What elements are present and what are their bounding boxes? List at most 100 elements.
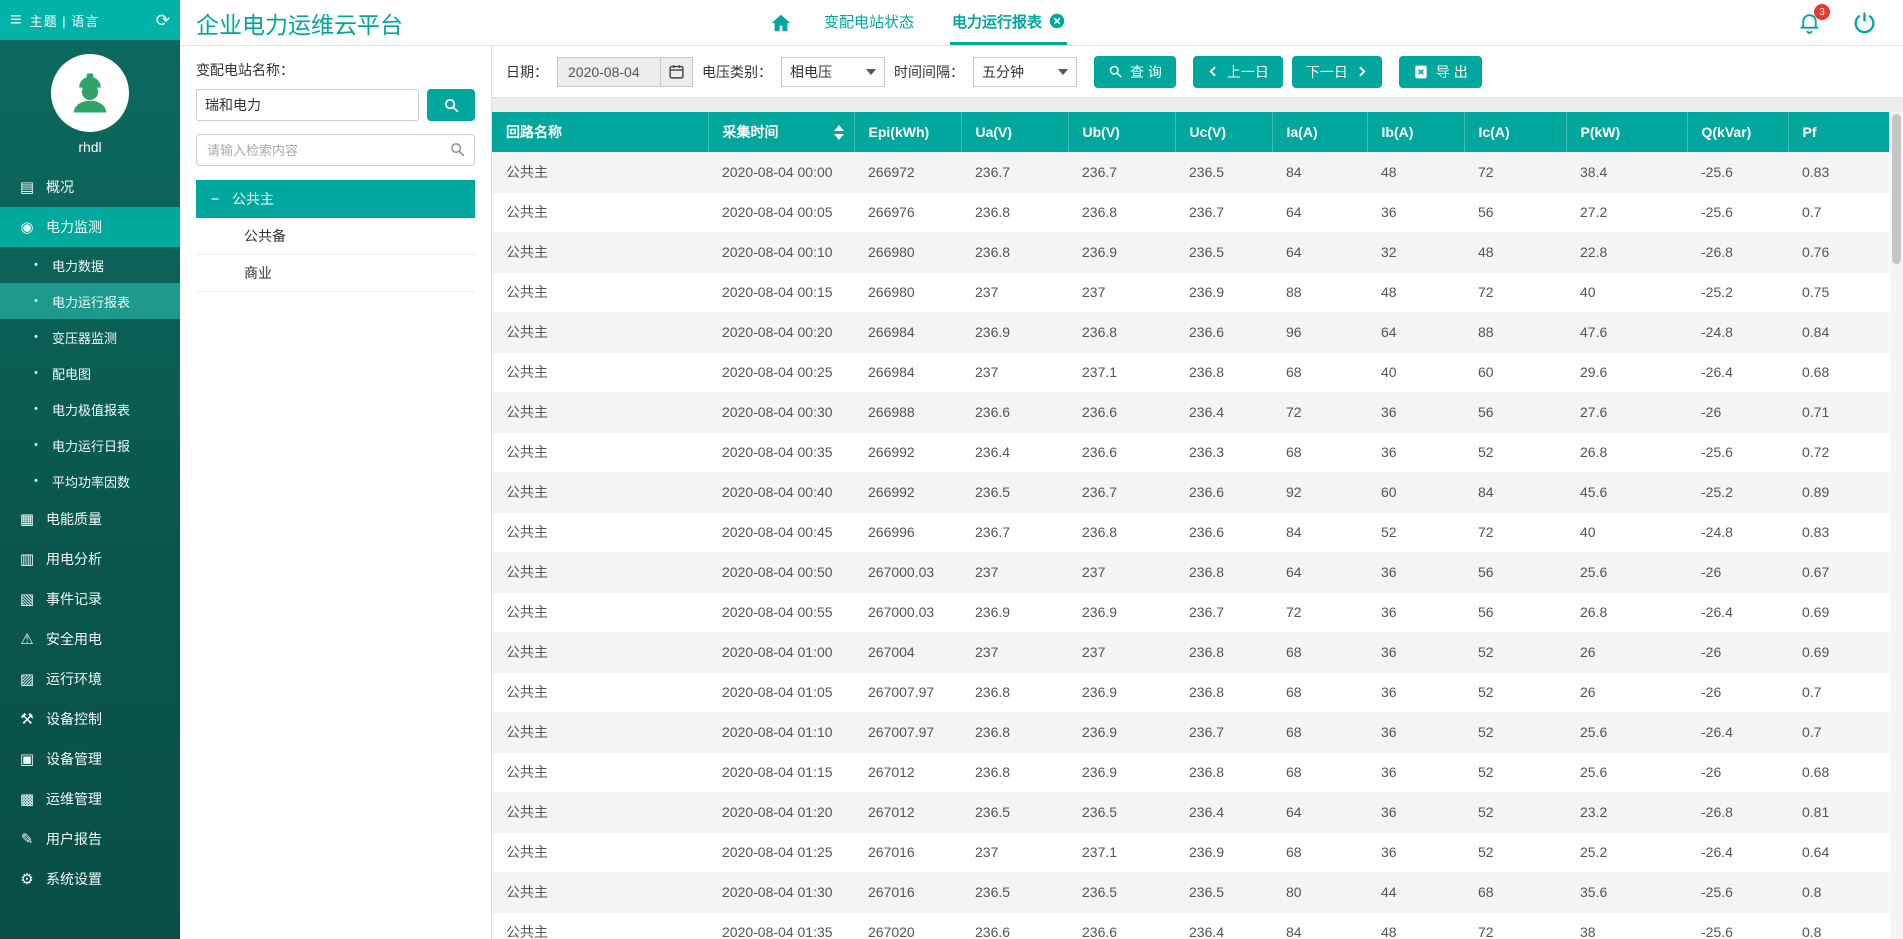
sidebar-item[interactable]: • 电力极值报表 xyxy=(0,391,180,427)
collapse-icon[interactable]: − xyxy=(208,191,222,208)
main-content: 日期： 2020-08-04 电压类别： 相电压 xyxy=(492,46,1903,939)
table-row[interactable]: 公共主 2020-08-04 01:05 267007.97 236.8 236… xyxy=(492,672,1889,712)
table-row[interactable]: 公共主 2020-08-04 00:10 266980 236.8 236.9 … xyxy=(492,232,1889,272)
column-header[interactable]: Ua(V) xyxy=(961,112,1068,152)
tab[interactable]: 变配电站状态 xyxy=(822,0,916,45)
table-row[interactable]: 公共主 2020-08-04 01:20 267012 236.5 236.5 … xyxy=(492,792,1889,832)
cell-ic: 84 xyxy=(1464,472,1566,512)
notifications-button[interactable]: 3 xyxy=(1797,10,1822,35)
tree-node-root[interactable]: − 公共主 xyxy=(196,180,475,218)
cell-ib: 48 xyxy=(1367,912,1464,939)
table-row[interactable]: 公共主 2020-08-04 00:35 266992 236.4 236.6 … xyxy=(492,432,1889,472)
tab-close-icon[interactable] xyxy=(1049,13,1065,29)
sidebar-item[interactable]: • 电力运行报表 xyxy=(0,283,180,319)
table-row[interactable]: 公共主 2020-08-04 01:25 267016 237 237.1 23… xyxy=(492,832,1889,872)
sidebar-item[interactable]: • 电力数据 xyxy=(0,247,180,283)
tree-node-child[interactable]: 商业 xyxy=(196,255,475,292)
column-header[interactable]: Ib(A) xyxy=(1367,112,1464,152)
voltage-type-select[interactable]: 相电压 xyxy=(781,57,885,87)
column-header[interactable]: Ia(A) xyxy=(1272,112,1367,152)
sidebar-item[interactable]: ▦ 电能质量 xyxy=(0,499,180,539)
table-row[interactable]: 公共主 2020-08-04 01:10 267007.97 236.8 236… xyxy=(492,712,1889,752)
station-name-input[interactable] xyxy=(196,89,419,121)
sidebar-item[interactable]: ▨ 运行环境 xyxy=(0,659,180,699)
hamburger-menu-icon[interactable]: ≡ xyxy=(10,10,22,30)
cell-epi: 266984 xyxy=(854,312,961,352)
table-row[interactable]: 公共主 2020-08-04 00:20 266984 236.9 236.8 … xyxy=(492,312,1889,352)
refresh-icon[interactable]: ⟳ xyxy=(156,12,170,29)
cell-time: 2020-08-04 00:00 xyxy=(708,152,854,192)
cell-pf: 0.7 xyxy=(1788,712,1889,752)
table-row[interactable]: 公共主 2020-08-04 00:30 266988 236.6 236.6 … xyxy=(492,392,1889,432)
tree-node-child[interactable]: 公共备 xyxy=(196,218,475,255)
cell-time: 2020-08-04 01:30 xyxy=(708,872,854,912)
table-row[interactable]: 公共主 2020-08-04 00:05 266976 236.8 236.8 … xyxy=(492,192,1889,232)
column-header[interactable]: P(kW) xyxy=(1566,112,1687,152)
export-button[interactable]: 导 出 xyxy=(1399,56,1482,88)
table-row[interactable]: 公共主 2020-08-04 00:25 266984 237 237.1 23… xyxy=(492,352,1889,392)
theme-language-label[interactable]: 主题 | 语言 xyxy=(30,11,148,30)
column-header[interactable]: Ic(A) xyxy=(1464,112,1566,152)
table-row[interactable]: 公共主 2020-08-04 00:50 267000.03 237 237 2… xyxy=(492,552,1889,592)
next-day-button[interactable]: 下一日 xyxy=(1292,56,1382,88)
sidebar-item[interactable]: ▩ 运维管理 xyxy=(0,779,180,819)
cell-ib: 44 xyxy=(1367,872,1464,912)
sidebar-item[interactable]: • 变压器监测 xyxy=(0,319,180,355)
prev-day-button[interactable]: 上一日 xyxy=(1193,56,1283,88)
cell-ib: 36 xyxy=(1367,592,1464,632)
sidebar-item[interactable]: ✎ 用户报告 xyxy=(0,819,180,859)
cell-q: -26 xyxy=(1687,552,1788,592)
home-button[interactable] xyxy=(770,0,792,45)
table-row[interactable]: 公共主 2020-08-04 00:40 266992 236.5 236.7 … xyxy=(492,472,1889,512)
sidebar-item[interactable]: ⚒ 设备控制 xyxy=(0,699,180,739)
table-row[interactable]: 公共主 2020-08-04 00:55 267000.03 236.9 236… xyxy=(492,592,1889,632)
table-row[interactable]: 公共主 2020-08-04 01:00 267004 237 237 236.… xyxy=(492,632,1889,672)
sidebar-item[interactable]: ▧ 事件记录 xyxy=(0,579,180,619)
cell-epi: 267016 xyxy=(854,872,961,912)
column-header[interactable]: 回路名称 xyxy=(492,112,708,152)
sort-icon[interactable] xyxy=(834,125,844,140)
table-row[interactable]: 公共主 2020-08-04 01:15 267012 236.8 236.9 … xyxy=(492,752,1889,792)
table-row[interactable]: 公共主 2020-08-04 00:00 266972 236.7 236.7 … xyxy=(492,152,1889,192)
sidebar-item[interactable]: ⚙ 系统设置 xyxy=(0,859,180,899)
calendar-button[interactable] xyxy=(661,57,693,87)
column-header[interactable]: 采集时间 xyxy=(708,112,854,152)
table-row[interactable]: 公共主 2020-08-04 01:35 267020 236.6 236.6 … xyxy=(492,912,1889,939)
sidebar-item[interactable]: • 平均功率因数 xyxy=(0,463,180,499)
column-header[interactable]: Epi(kWh) xyxy=(854,112,961,152)
sidebar-item[interactable]: • 配电图 xyxy=(0,355,180,391)
date-input[interactable]: 2020-08-04 xyxy=(557,57,661,87)
filter-search-icon[interactable] xyxy=(449,141,466,161)
interval-select[interactable]: 五分钟 xyxy=(973,57,1077,87)
query-button[interactable]: 查 询 xyxy=(1094,56,1176,88)
table-row[interactable]: 公共主 2020-08-04 01:30 267016 236.5 236.5 … xyxy=(492,872,1889,912)
table-row[interactable]: 公共主 2020-08-04 00:15 266980 237 237 236.… xyxy=(492,272,1889,312)
sidebar-item[interactable]: ▥ 用电分析 xyxy=(0,539,180,579)
station-search-button[interactable] xyxy=(427,89,475,121)
search-icon xyxy=(443,97,460,114)
column-header[interactable]: Q(kVar) xyxy=(1687,112,1788,152)
sidebar-item[interactable]: ▣ 设备管理 xyxy=(0,739,180,779)
cell-ic: 52 xyxy=(1464,432,1566,472)
cell-ua: 236.8 xyxy=(961,232,1068,272)
station-tree: − 公共主 公共备 商业 xyxy=(196,180,475,292)
logout-button[interactable] xyxy=(1852,10,1877,35)
sidebar-item[interactable]: • 电力运行日报 xyxy=(0,427,180,463)
cell-time: 2020-08-04 01:25 xyxy=(708,832,854,872)
table-row[interactable]: 公共主 2020-08-04 00:45 266996 236.7 236.8 … xyxy=(492,512,1889,552)
scrollbar-thumb[interactable] xyxy=(1892,114,1901,264)
voltage-type-value: 相电压 xyxy=(790,62,832,82)
avatar[interactable] xyxy=(51,54,129,132)
sidebar-item[interactable]: ⚠ 安全用电 xyxy=(0,619,180,659)
sidebar-item[interactable]: ▤ 概况 xyxy=(0,167,180,207)
tab[interactable]: 电力运行报表 xyxy=(950,0,1067,45)
cell-epi: 266996 xyxy=(854,512,961,552)
vertical-scrollbar[interactable] xyxy=(1890,112,1903,939)
column-header[interactable]: Ub(V) xyxy=(1068,112,1175,152)
column-header[interactable]: Pf xyxy=(1788,112,1889,152)
column-header[interactable]: Uc(V) xyxy=(1175,112,1272,152)
sidebar-item[interactable]: ◉ 电力监测 xyxy=(0,207,180,247)
tree-filter-input[interactable] xyxy=(196,134,475,166)
cell-ib: 40 xyxy=(1367,352,1464,392)
power-monitoring-icon: ◉ xyxy=(18,218,36,236)
